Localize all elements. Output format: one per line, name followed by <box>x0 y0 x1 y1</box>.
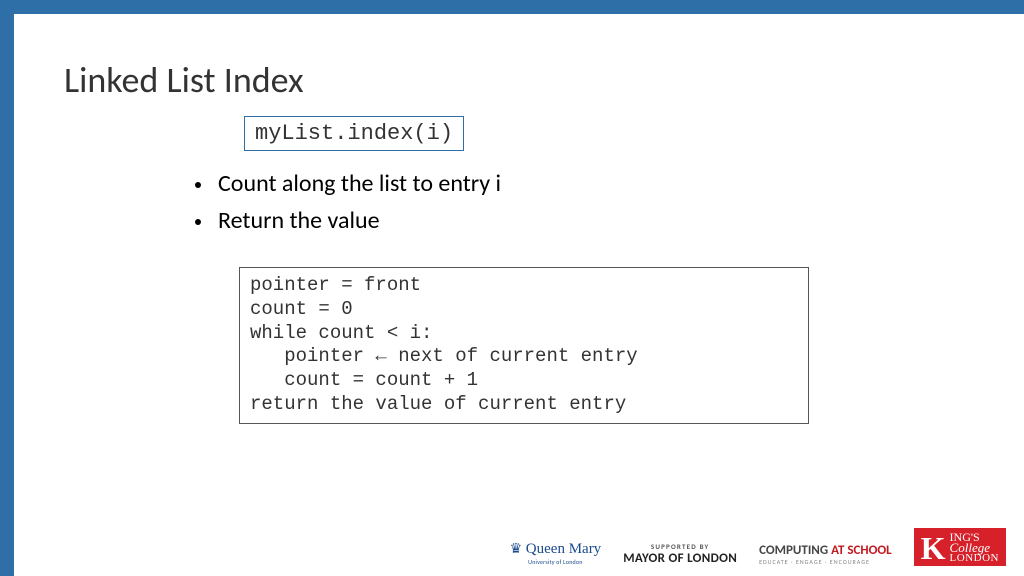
list-item: Count along the list to entry i <box>214 169 1024 198</box>
bullet-list: Count along the list to entry i Return t… <box>214 169 1024 235</box>
qm-subtext: University of London <box>528 558 582 566</box>
cas-main: COMPUTING AT SCHOOL <box>759 543 892 558</box>
kcl-k-letter: K <box>921 532 946 564</box>
queen-mary-logo: ♛ Queen Mary University of London <box>510 539 602 566</box>
computing-at-school-logo: COMPUTING AT SCHOOL EDUCATE · ENGAGE · E… <box>759 543 892 566</box>
list-item: Return the value <box>214 206 1024 235</box>
qm-text: Queen Mary <box>526 541 601 557</box>
crown-icon: ♛ <box>510 540 523 557</box>
mol-supported: SUPPORTED BY <box>651 542 710 551</box>
mol-main: MAYOR OF LONDON <box>623 551 737 566</box>
slide-title: Linked List Index <box>64 58 1024 102</box>
kcl-stack: ING'S College LONDON <box>950 532 999 564</box>
inline-code: myList.index(i) <box>244 116 464 151</box>
kings-college-logo: K ING'S College LONDON <box>914 528 1006 566</box>
mayor-of-london-logo: SUPPORTED BY MAYOR OF LONDON <box>623 542 737 566</box>
footer-logos: ♛ Queen Mary University of London SUPPOR… <box>510 528 1006 566</box>
cas-sub: EDUCATE · ENGAGE · ENCOURAGE <box>759 558 892 566</box>
code-block: pointer = front count = 0 while count < … <box>239 267 809 424</box>
